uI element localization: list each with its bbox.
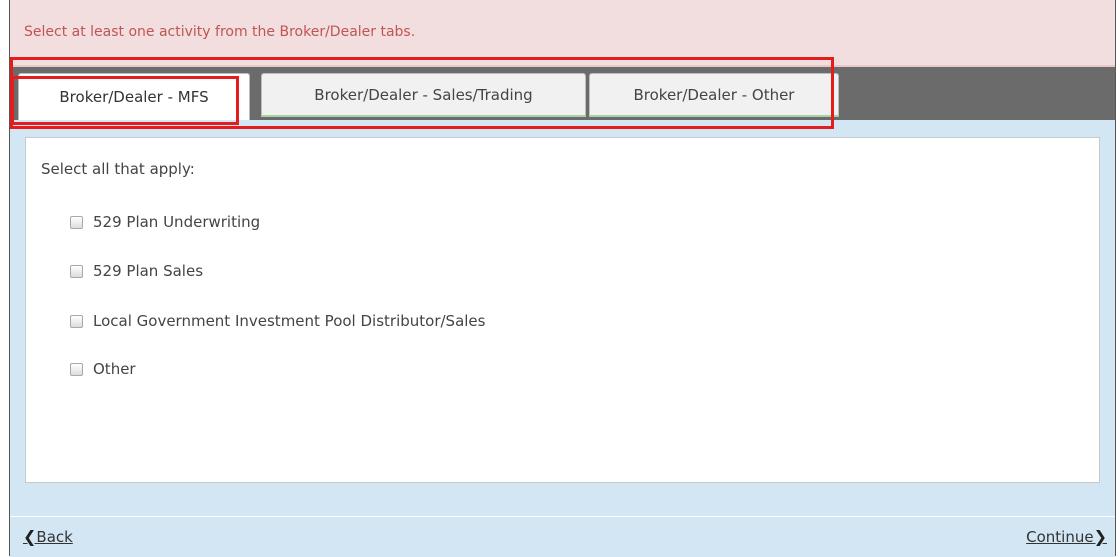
continue-label: Continue <box>1026 527 1094 546</box>
footer-nav: ❮ Back Continue ❯ <box>10 516 1115 557</box>
tab-label: Broker/Dealer - MFS <box>59 88 209 106</box>
tab-label: Broker/Dealer - Sales/Trading <box>314 85 533 104</box>
tab-broker-dealer-mfs[interactable]: Broker/Dealer - MFS <box>18 73 250 120</box>
chevron-left-icon: ❮ <box>23 527 37 546</box>
chevron-right-icon: ❯ <box>1093 527 1107 546</box>
alert-message: Select at least one activity from the Br… <box>24 24 416 40</box>
app-frame: Select at least one activity from the Br… <box>9 0 1116 557</box>
option-label: 529 Plan Sales <box>93 262 204 280</box>
checkbox[interactable] <box>70 215 83 229</box>
checkbox[interactable] <box>70 362 83 376</box>
back-link[interactable]: ❮ Back <box>23 527 73 546</box>
tab-broker-dealer-other[interactable]: Broker/Dealer - Other <box>589 73 839 117</box>
validation-alert: Select at least one activity from the Br… <box>10 0 1115 67</box>
activity-panel: Select all that apply: 529 Plan Underwri… <box>25 137 1100 483</box>
option-label: 529 Plan Underwriting <box>93 213 261 231</box>
option-label: Other <box>93 360 136 378</box>
option-529-plan-sales[interactable]: 529 Plan Sales <box>70 262 203 280</box>
checkbox[interactable] <box>70 264 83 278</box>
back-label: Back <box>36 527 73 546</box>
option-other[interactable]: Other <box>70 360 136 378</box>
option-label: Local Government Investment Pool Distrib… <box>93 312 486 330</box>
option-lgip-distributor-sales[interactable]: Local Government Investment Pool Distrib… <box>70 312 485 330</box>
tab-label: Broker/Dealer - Other <box>633 85 795 104</box>
instruction-text: Select all that apply: <box>41 160 195 178</box>
continue-link[interactable]: Continue ❯ <box>1026 527 1107 546</box>
option-529-plan-underwriting[interactable]: 529 Plan Underwriting <box>70 213 260 231</box>
tab-bar: Broker/Dealer - MFS Broker/Dealer - Sale… <box>10 67 1115 120</box>
checkbox[interactable] <box>70 314 83 328</box>
tab-broker-dealer-sales-trading[interactable]: Broker/Dealer - Sales/Trading <box>261 73 586 117</box>
